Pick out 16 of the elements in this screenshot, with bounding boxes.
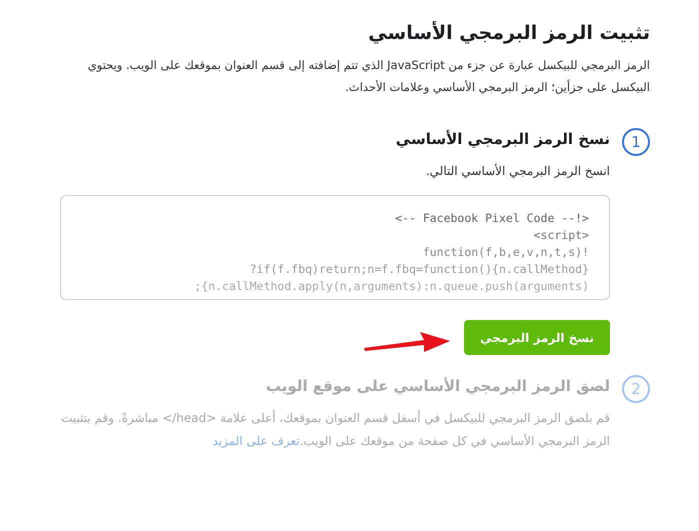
code-line: ?if(f.fbq)return;n=f.fbq=function(){n.callMethod} xyxy=(248,261,589,278)
intro-paragraph: الرمز البرمجي للبيكسل عبارة عن جزء من JavaScript الذي تتم إضافته إلى قسم العنوان بموقعك على الويب. ويحتوي البيكسل على جزأين؛ الرمز البرمجي الأساسي وعلامات الأحداث. xyxy=(86,57,650,96)
step-title: لصق الرمز البرمجي الأساسي على موقع الويب xyxy=(264,377,610,395)
code-line: ;{n.callMethod.apply(n,arguments):n.queue.push(arguments) xyxy=(193,278,589,295)
learn-more-link[interactable]: تعرف على المزيد xyxy=(212,434,300,448)
step-description: قم بلصق الرمز البرمجي للبيكسل في أسفل قسم العنوان بموقعك، أعلى علامة <head/> مباشرةً. وقم بتثبيت الرمز البرمجي الأساسي في كل صفحة من موقعك على الويب.تعرف على المزيد xyxy=(60,409,610,450)
step-title: نسخ الرمز البرمجي الأساسي xyxy=(394,130,610,148)
code-line: <-- Facebook Pixel Code --!> xyxy=(394,210,589,227)
step-number-badge: 2 xyxy=(622,375,650,403)
code-box[interactable]: <-- Facebook Pixel Code --!> <script> function(f,b,e,v,n,t,s)! ?if(f.fbq)return;n=f.fbq=function(){n.callMethod} ;{n.callMethod.apply(n,arguments):n.queue.push(arguments) xyxy=(60,195,610,300)
step-number-badge: 1 xyxy=(622,128,650,156)
page-title: تثبيت الرمز البرمجي الأساسي xyxy=(367,22,650,44)
code-line: <script> xyxy=(532,227,589,244)
code-line: function(f,b,e,v,n,t,s)! xyxy=(422,244,589,261)
copy-code-button[interactable]: نسخ الرمز البرمجي xyxy=(464,320,610,355)
step-description: انسخ الرمز البرمجي الأساسي التالي. xyxy=(424,162,610,180)
